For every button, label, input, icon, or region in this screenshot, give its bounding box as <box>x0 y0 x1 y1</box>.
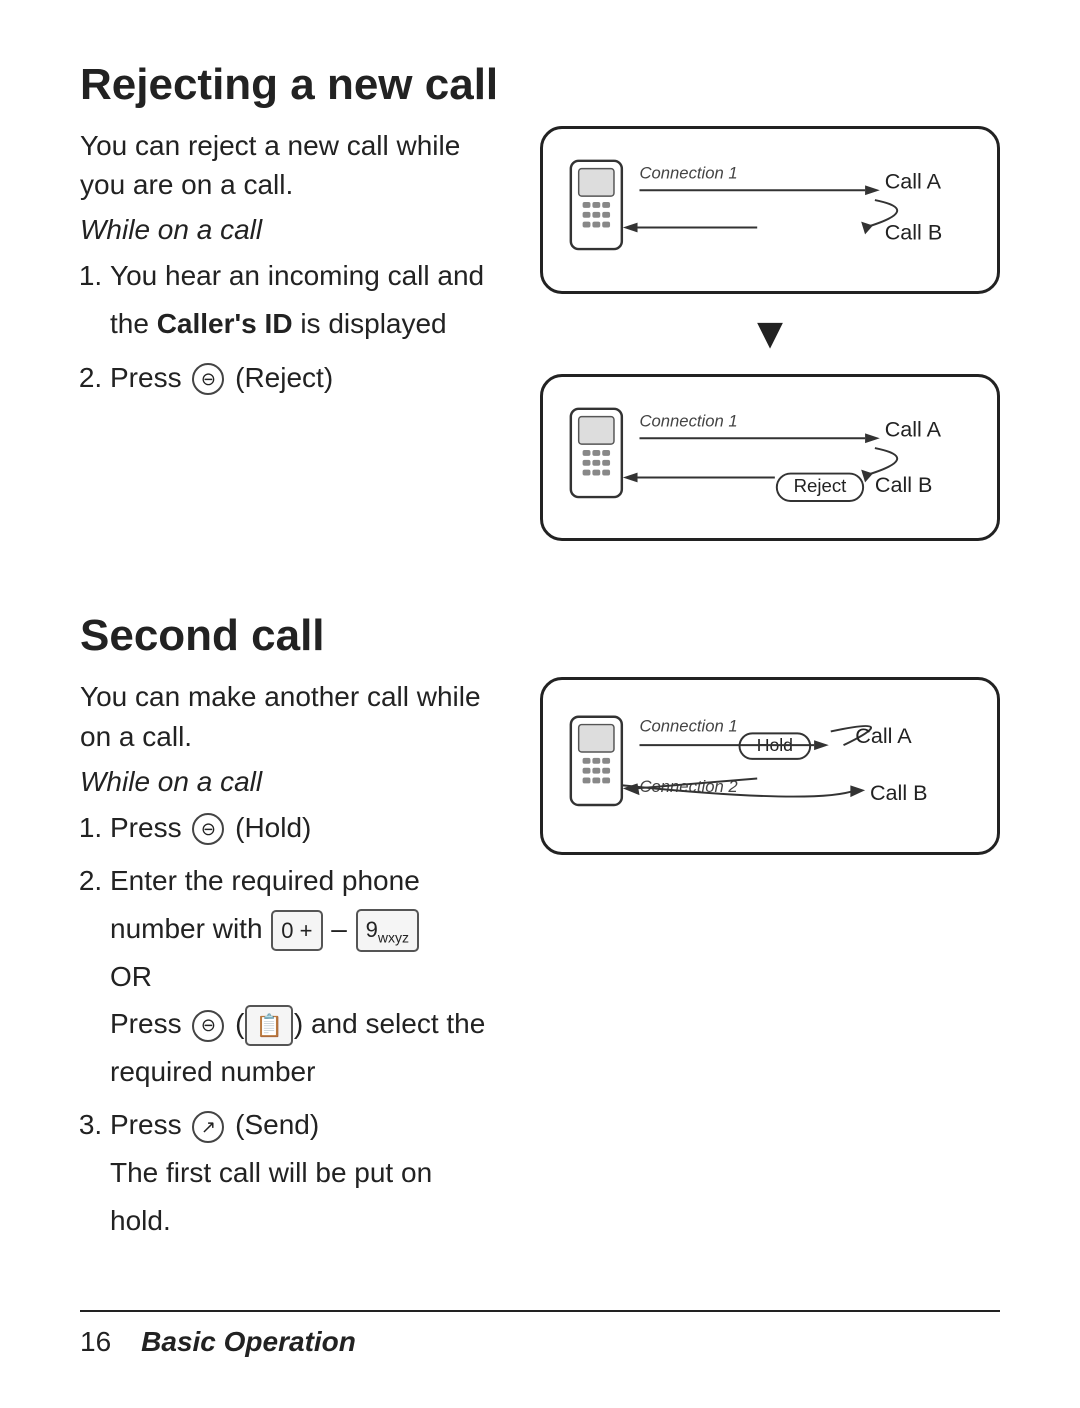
reject-diagram-top-svg: Connection 1 Call A Call B <box>561 151 973 269</box>
svg-text:Connection 1: Connection 1 <box>639 163 737 182</box>
reject-button-icon[interactable]: ⊖ <box>192 363 224 395</box>
down-arrow-1: ▼ <box>748 312 792 356</box>
second-call-text-col: You can make another call while on a cal… <box>80 677 500 1250</box>
caller-id-label: Caller's ID <box>157 308 293 339</box>
svg-text:Call A: Call A <box>885 168 942 193</box>
hold-button-icon[interactable]: ⊖ <box>192 813 224 845</box>
second-call-steps-list: Press ⊖ (Hold) Enter the required phone … <box>110 804 500 1244</box>
section-second-call-title: Second call <box>80 611 1000 661</box>
key-0: 0 + <box>271 910 322 951</box>
svg-text:Connection 1: Connection 1 <box>639 411 737 430</box>
second-call-while-label: While on a call <box>80 766 500 798</box>
section-reject-title: Rejecting a new call <box>80 60 1000 110</box>
footer-section-title: Basic Operation <box>141 1326 356 1358</box>
menu-button-icon[interactable]: ⊖ <box>192 1010 224 1042</box>
reject-steps-list: You hear an incoming call and the Caller… <box>110 252 500 401</box>
reject-text-col: You can reject a new call while you are … <box>80 126 500 407</box>
reject-while-label: While on a call <box>80 214 500 246</box>
page-content: Rejecting a new call You can reject a ne… <box>0 0 1080 1370</box>
reject-diagram-bottom: Connection 1 Call A Reject Call B <box>540 374 1000 542</box>
page-footer: 16 Basic Operation <box>80 1310 1000 1358</box>
reject-diagram-col: Connection 1 Call A Call B <box>540 126 1000 541</box>
section-second-body: You can make another call while on a cal… <box>80 677 1000 1250</box>
second-call-diagram: Connection 1 Hold Call A Connection 2 <box>540 677 1000 855</box>
reject-step-1: You hear an incoming call and the Caller… <box>110 252 500 347</box>
second-call-intro: You can make another call while on a cal… <box>80 677 500 755</box>
svg-text:Call A: Call A <box>885 416 942 441</box>
svg-text:Call B: Call B <box>870 780 928 805</box>
second-call-diagram-svg: Connection 1 Hold Call A Connection 2 <box>561 702 973 830</box>
key-9: 9wxyz <box>356 909 419 952</box>
section-reject: Rejecting a new call You can reject a ne… <box>80 60 1000 541</box>
svg-text:Call B: Call B <box>875 472 933 497</box>
send-button-icon[interactable]: ↗ <box>192 1111 224 1143</box>
svg-text:Connection 1: Connection 1 <box>639 717 737 736</box>
second-call-step-2: Enter the required phone number with 0 +… <box>110 857 500 1095</box>
second-call-note: The first call will be put on hold. <box>110 1157 432 1236</box>
reject-intro: You can reject a new call while you are … <box>80 126 500 204</box>
reject-step-2: Press ⊖ (Reject) <box>110 354 500 402</box>
section-reject-body: You can reject a new call while you are … <box>80 126 1000 541</box>
reject-diagram-bottom-svg: Connection 1 Call A Reject Call B <box>561 399 973 517</box>
footer-page-number: 16 <box>80 1326 111 1358</box>
svg-text:Call B: Call B <box>885 219 943 244</box>
section-second-call: Second call You can make another call wh… <box>80 611 1000 1250</box>
svg-text:Reject: Reject <box>794 475 848 496</box>
reject-diagram-top: Connection 1 Call A Call B <box>540 126 1000 294</box>
phonebook-icon: 📋 <box>245 1005 292 1046</box>
section-divider <box>80 581 1000 611</box>
second-call-diagram-col: Connection 1 Hold Call A Connection 2 <box>540 677 1000 855</box>
svg-text:Call A: Call A <box>855 724 912 749</box>
second-call-step-3: Press ↗ (Send) The first call will be pu… <box>110 1101 500 1244</box>
second-call-step-1: Press ⊖ (Hold) <box>110 804 500 852</box>
